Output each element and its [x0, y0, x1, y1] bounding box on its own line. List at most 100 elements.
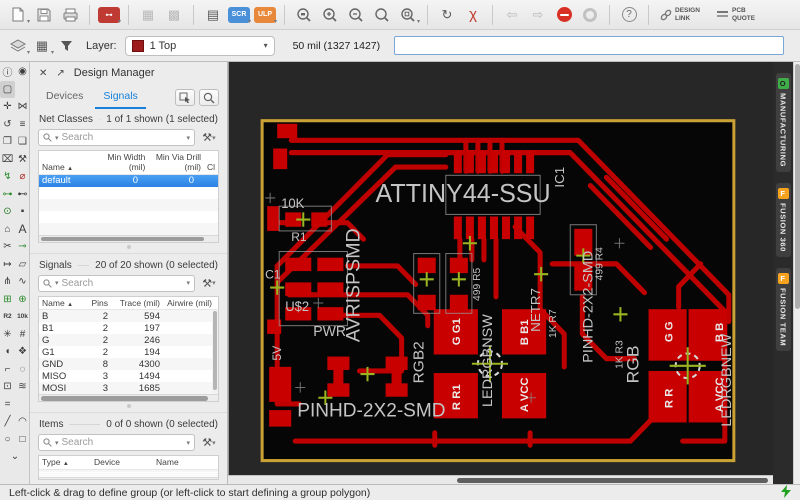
- tab-devices[interactable]: Devices: [38, 86, 91, 109]
- col-name[interactable]: Name ▲: [39, 298, 85, 309]
- tab-manufacturing[interactable]: O MANUFACTURING: [775, 73, 791, 173]
- board-icon[interactable]: ▩: [162, 4, 186, 26]
- signals-hscrollbar[interactable]: [39, 394, 218, 402]
- signal-row[interactable]: MOSI 3 1685: [39, 382, 218, 395]
- refresh-icon[interactable]: ↻: [435, 4, 459, 26]
- schematic-icon[interactable]: ▦: [136, 4, 160, 26]
- tab-fusion-360[interactable]: F FUSION 360: [775, 183, 791, 257]
- add-part-icon[interactable]: ⊞: [0, 291, 15, 309]
- col-name[interactable]: Name ▲: [39, 162, 99, 173]
- polygon-icon[interactable]: ⌂: [0, 221, 15, 239]
- col-trace[interactable]: Trace (mil): [111, 298, 163, 309]
- copy-icon[interactable]: ❐: [0, 133, 15, 151]
- eraser-icon[interactable]: ◖: [0, 343, 15, 361]
- layer-select[interactable]: 1 Top ▾: [124, 35, 275, 56]
- open-file-icon[interactable]: ▾: [6, 4, 30, 26]
- rect-icon[interactable]: □: [15, 431, 30, 449]
- net-class-row-default[interactable]: default 0 0: [39, 174, 218, 187]
- split-icon[interactable]: ⋔: [0, 273, 15, 291]
- signal-row[interactable]: G 2 246: [39, 334, 218, 347]
- lock-icon[interactable]: ⊡: [0, 378, 15, 396]
- wave-icon[interactable]: ≋: [15, 378, 30, 396]
- net-classes-hscrollbar[interactable]: [39, 234, 218, 242]
- via-icon[interactable]: ⊙: [0, 203, 15, 221]
- smash-icon[interactable]: ✳: [0, 326, 15, 344]
- signals-search-input[interactable]: ▾ Search ▾: [38, 274, 195, 292]
- signals-settings-icon[interactable]: ⚒ ▾: [199, 275, 219, 292]
- col-name[interactable]: Name: [153, 458, 203, 468]
- command-input[interactable]: [394, 36, 784, 55]
- net-classes-search-input[interactable]: ▾ Search ▾: [38, 129, 195, 146]
- popout-icon[interactable]: ↗: [56, 68, 64, 79]
- run-script-icon[interactable]: SCR ▾: [227, 4, 251, 26]
- col-min-width[interactable]: Min Width (mil): [99, 152, 149, 173]
- signal-row[interactable]: B 2 594: [39, 310, 218, 323]
- library-icon[interactable]: ▤: [201, 4, 225, 26]
- signal-icon[interactable]: ⊸: [15, 238, 30, 256]
- signal-row[interactable]: G1 2 194: [39, 346, 218, 358]
- print-icon[interactable]: [58, 4, 82, 26]
- cancel-icon[interactable]: χ: [461, 4, 485, 26]
- line-icon[interactable]: ╱: [0, 413, 15, 431]
- rotate-icon[interactable]: ↺: [0, 116, 15, 134]
- drc-icon[interactable]: ◌: [15, 361, 30, 379]
- stop-icon[interactable]: [552, 4, 576, 26]
- move-icon[interactable]: ✛: [0, 98, 15, 116]
- zoom-in-icon[interactable]: [318, 4, 342, 26]
- delete-icon[interactable]: ⌧: [0, 151, 15, 169]
- ripup-icon[interactable]: ⌀: [15, 168, 30, 186]
- layer-settings-icon[interactable]: ▾: [6, 35, 30, 57]
- back-icon[interactable]: ⇦: [500, 4, 524, 26]
- circle-icon[interactable]: ○: [0, 431, 15, 449]
- grid-icon[interactable]: ▦ ▾: [30, 35, 54, 57]
- resize-grip[interactable]: [126, 244, 131, 249]
- zoom-redraw-icon[interactable]: [370, 4, 394, 26]
- zoom-select-icon[interactable]: ▾: [396, 4, 420, 26]
- route-icon[interactable]: ↯: [0, 168, 15, 186]
- forward-icon[interactable]: ⇨: [526, 4, 550, 26]
- dimension-icon[interactable]: ↦: [0, 256, 15, 274]
- tab-signals[interactable]: Signals: [95, 86, 146, 109]
- pad-icon[interactable]: ▪: [15, 203, 30, 221]
- help-icon[interactable]: ?: [617, 4, 641, 26]
- text-icon[interactable]: A: [15, 221, 30, 239]
- col-airwire[interactable]: Airwire (mil): [163, 298, 215, 309]
- items-hscrollbar[interactable]: [39, 477, 218, 480]
- tab-fusion-team[interactable]: F FUSION TEAM: [775, 267, 791, 352]
- zoom-selected-icon[interactable]: [199, 89, 219, 106]
- cage-icon[interactable]: #: [15, 326, 30, 344]
- net-classes-settings-icon[interactable]: ⚒ ▾: [199, 129, 219, 146]
- bend-style-icon[interactable]: ⌐: [0, 361, 15, 379]
- ratsnest-icon[interactable]: ✂: [0, 238, 15, 256]
- col-device[interactable]: Device: [91, 458, 153, 468]
- col-type[interactable]: Type ▲: [39, 458, 91, 468]
- resize-grip[interactable]: [126, 404, 131, 409]
- unroute-icon[interactable]: ⊷: [15, 186, 30, 204]
- meander-icon[interactable]: ∿: [15, 273, 30, 291]
- zoom-out-icon[interactable]: [344, 4, 368, 26]
- zoom-fit-icon[interactable]: [292, 4, 316, 26]
- name-icon[interactable]: R2: [0, 308, 15, 326]
- route-airwire-icon[interactable]: ⊶: [0, 186, 15, 204]
- window-vscrollbar[interactable]: [793, 62, 800, 484]
- paste-icon[interactable]: ❏: [15, 133, 30, 151]
- items-settings-icon[interactable]: ⚒ ▾: [199, 434, 219, 451]
- show-icon[interactable]: ◉: [15, 63, 30, 81]
- cam-processor-icon[interactable]: ⊶ ▾: [97, 4, 121, 26]
- add-module-icon[interactable]: ⊕: [15, 291, 30, 309]
- mirror-icon[interactable]: ⋈: [15, 98, 30, 116]
- design-link-button[interactable]: DESIGN LINK: [656, 7, 711, 22]
- signal-row[interactable]: B1 2 197: [39, 322, 218, 334]
- col-pins[interactable]: Pins: [85, 298, 111, 309]
- outline-icon[interactable]: ▱: [15, 256, 30, 274]
- info-icon[interactable]: ⓘ: [0, 63, 15, 81]
- col-clearance[interactable]: Cl: [204, 162, 218, 173]
- align-icon[interactable]: ≡: [15, 116, 30, 134]
- change-icon[interactable]: ⚒: [15, 151, 30, 169]
- signal-row[interactable]: GND 8 4300: [39, 358, 218, 371]
- save-icon[interactable]: [32, 4, 56, 26]
- group-select-icon[interactable]: ▢: [0, 80, 15, 98]
- arc-icon[interactable]: ◠: [15, 413, 30, 431]
- signal-row[interactable]: MISO 3 1494: [39, 370, 218, 382]
- select-shown-icon[interactable]: [175, 89, 195, 106]
